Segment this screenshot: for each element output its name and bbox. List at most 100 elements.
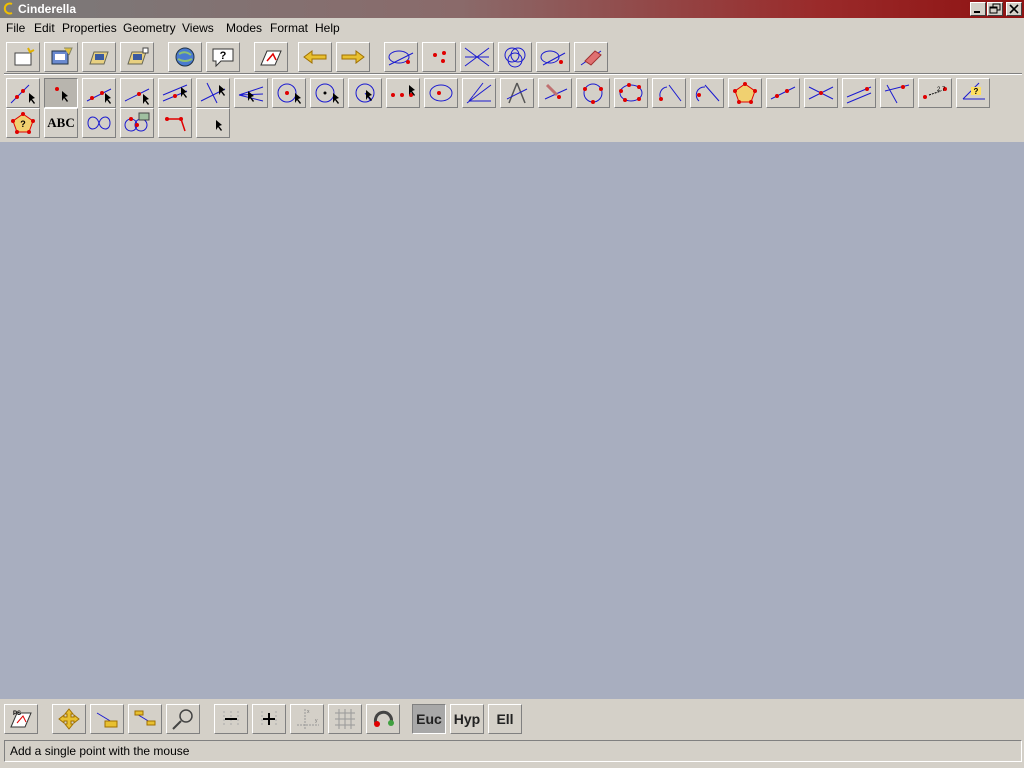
- polygon-area-button[interactable]: ?: [6, 108, 40, 138]
- magnify-button[interactable]: [166, 704, 200, 734]
- add-perpendicular-icon: [200, 82, 226, 104]
- close-button[interactable]: [1006, 2, 1022, 16]
- save-button[interactable]: [82, 42, 116, 72]
- select-conics-button[interactable]: [460, 42, 494, 72]
- parallel-lines-icon: [846, 86, 872, 104]
- circle-radius-button[interactable]: [310, 78, 344, 108]
- midpoint-button[interactable]: [386, 78, 420, 108]
- coordinate-axes-button[interactable]: xy: [290, 704, 324, 734]
- window-title: Cinderella: [18, 2, 77, 16]
- perpendicular-point-button[interactable]: [880, 78, 914, 108]
- redo-icon: [341, 50, 365, 64]
- restore-button[interactable]: [987, 2, 1003, 16]
- snap-button[interactable]: [366, 704, 400, 734]
- select-lines-button[interactable]: [422, 42, 456, 72]
- open-button[interactable]: [44, 42, 78, 72]
- svg-text:y: y: [315, 718, 318, 724]
- menu-geometry[interactable]: Geometry: [123, 21, 176, 35]
- conic-five-points-button[interactable]: [614, 78, 648, 108]
- select-points-button[interactable]: [384, 42, 418, 72]
- add-line-icon: [86, 88, 112, 104]
- arc-button[interactable]: [652, 78, 686, 108]
- title-bar: Cinderella: [0, 0, 1024, 18]
- circle-center-button[interactable]: [272, 78, 306, 108]
- locus-button[interactable]: [82, 108, 116, 138]
- undo-button[interactable]: [298, 42, 332, 72]
- zoom-in-button[interactable]: [252, 704, 286, 734]
- help-button[interactable]: ?: [206, 42, 240, 72]
- add-parallel-button[interactable]: [158, 78, 192, 108]
- menu-properties[interactable]: Properties: [62, 21, 117, 35]
- zoom-in-view-button[interactable]: [90, 704, 124, 734]
- select-all-button[interactable]: [498, 42, 532, 72]
- menu-file[interactable]: File: [6, 21, 25, 35]
- erase-button[interactable]: [574, 42, 608, 72]
- zoom-out-view-button[interactable]: [128, 704, 162, 734]
- compass-tool-button[interactable]: [500, 78, 534, 108]
- bisector-line-button[interactable]: [462, 78, 496, 108]
- euclidean-mode-button[interactable]: Euc: [412, 704, 446, 734]
- export-button[interactable]: [168, 42, 202, 72]
- grid-button[interactable]: [328, 704, 362, 734]
- move-mode-icon: [10, 84, 35, 104]
- translate-view-icon: [58, 708, 80, 730]
- perpendicular-point-icon: [884, 84, 910, 104]
- polar-button[interactable]: [538, 78, 572, 108]
- status-message: Add a single point with the mouse: [10, 744, 190, 758]
- menu-modes[interactable]: Modes: [226, 21, 262, 35]
- save-as-icon: [127, 47, 149, 65]
- toolbar-separator: [4, 73, 1022, 75]
- minimize-button[interactable]: [970, 2, 986, 16]
- save-icon: [89, 51, 109, 65]
- compass-button[interactable]: [348, 78, 382, 108]
- parallel-lines-button[interactable]: [842, 78, 876, 108]
- hyperbolic-mode-button[interactable]: Hyp: [450, 704, 484, 734]
- minus-icon: [223, 711, 239, 727]
- magnify-icon: [172, 709, 193, 730]
- angle-measure-button[interactable]: ?: [956, 78, 990, 108]
- text-button[interactable]: ABC: [44, 108, 78, 138]
- drawing-canvas[interactable]: [0, 142, 1024, 699]
- zoom-in-icon: [96, 712, 118, 728]
- deselect-button[interactable]: [536, 42, 570, 72]
- line-through-points-icon: [770, 86, 796, 100]
- compass-icon: [355, 83, 375, 103]
- zoom-out-icon: [134, 710, 156, 726]
- arc-tangent-button[interactable]: [690, 78, 724, 108]
- menu-help[interactable]: Help: [315, 21, 340, 35]
- save-as-button[interactable]: [120, 42, 154, 72]
- circle-three-points-button[interactable]: [576, 78, 610, 108]
- arc-tangent-icon: [695, 84, 720, 102]
- intersection-button[interactable]: [804, 78, 838, 108]
- polygon-button[interactable]: [728, 78, 762, 108]
- print-button[interactable]: [254, 42, 288, 72]
- move-mode-button[interactable]: [6, 78, 40, 108]
- add-line-button[interactable]: [82, 78, 116, 108]
- angle-bisector-button[interactable]: [234, 78, 268, 108]
- add-point-button[interactable]: [44, 78, 78, 108]
- zoom-out-button[interactable]: [214, 704, 248, 734]
- close-icon: [1009, 4, 1019, 14]
- menu-edit[interactable]: Edit: [34, 21, 55, 35]
- erase-icon: [580, 50, 602, 66]
- arc-icon: [659, 84, 682, 102]
- add-parallel-icon: [162, 84, 188, 102]
- select-all-icon: [504, 47, 526, 68]
- translate-view-button[interactable]: [52, 704, 86, 734]
- distance-button[interactable]: 2.7: [918, 78, 952, 108]
- animation-button[interactable]: [120, 108, 154, 138]
- angle-bisector-icon: [238, 86, 264, 102]
- add-perpendicular-button[interactable]: [196, 78, 230, 108]
- segment-drag-button[interactable]: [158, 108, 192, 138]
- elliptic-mode-button[interactable]: Ell: [488, 704, 522, 734]
- new-button[interactable]: [6, 42, 40, 72]
- add-segment-button[interactable]: [120, 78, 154, 108]
- conic-button[interactable]: [424, 78, 458, 108]
- new-file-icon: [14, 47, 35, 66]
- postscript-export-button[interactable]: PS: [4, 704, 38, 734]
- menu-views[interactable]: Views: [182, 21, 214, 35]
- redo-button[interactable]: [336, 42, 370, 72]
- select-mode-button[interactable]: [196, 108, 230, 138]
- line-points-button[interactable]: [766, 78, 800, 108]
- menu-format[interactable]: Format: [270, 21, 308, 35]
